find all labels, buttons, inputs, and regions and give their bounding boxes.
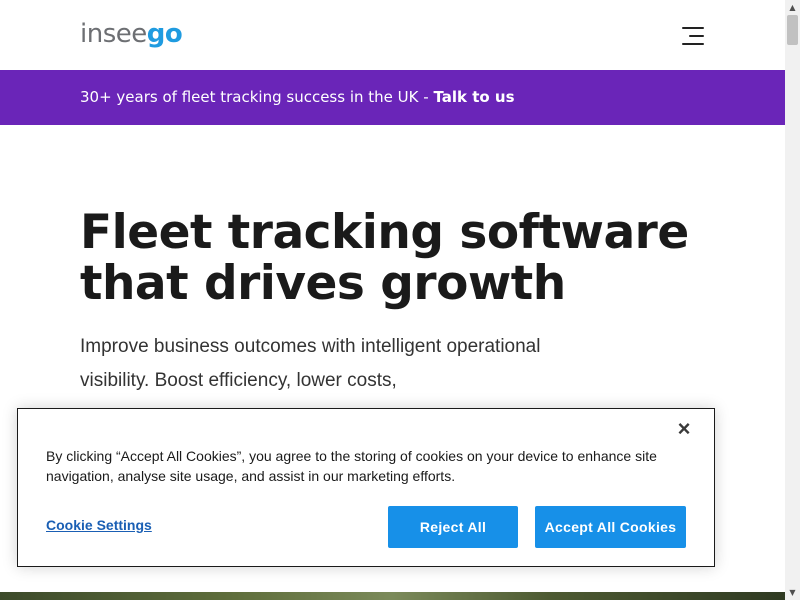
- hero-title-line1: Fleet tracking software: [80, 205, 689, 260]
- hero-image: [0, 592, 785, 600]
- hamburger-menu-icon[interactable]: [682, 26, 706, 46]
- scroll-thumb[interactable]: [787, 15, 798, 45]
- promo-content: 30+ years of fleet tracking success in t…: [80, 87, 515, 107]
- hero-title: Fleet tracking software that drives grow…: [80, 207, 720, 309]
- site-header: inseego: [0, 0, 785, 70]
- logo-text-part2: go: [146, 19, 183, 49]
- cookie-settings-link[interactable]: Cookie Settings: [46, 517, 152, 533]
- logo-text-part1: insee: [80, 19, 147, 49]
- hero-title-line2: that drives growth: [80, 256, 566, 311]
- promo-text: 30+ years of fleet tracking success in t…: [80, 88, 434, 106]
- hero-subtitle: Improve business outcomes with intellige…: [80, 336, 541, 391]
- cookie-consent-text: By clicking “Accept All Cookies”, you ag…: [46, 448, 657, 484]
- promo-banner: 30+ years of fleet tracking success in t…: [0, 70, 785, 125]
- inseego-logo[interactable]: inseego: [80, 17, 183, 51]
- page-scrollbar[interactable]: ▲ ▼: [785, 0, 800, 600]
- cookie-consent-dialog: × By clicking “Accept All Cookies”, you …: [17, 408, 715, 567]
- close-icon[interactable]: ×: [674, 418, 694, 440]
- reject-all-button[interactable]: Reject All: [388, 506, 518, 548]
- scroll-down-icon[interactable]: ▼: [785, 585, 800, 600]
- talk-to-us-link[interactable]: Talk to us: [433, 88, 514, 106]
- scroll-up-icon[interactable]: ▲: [785, 0, 800, 15]
- accept-all-cookies-button[interactable]: Accept All Cookies: [535, 506, 686, 548]
